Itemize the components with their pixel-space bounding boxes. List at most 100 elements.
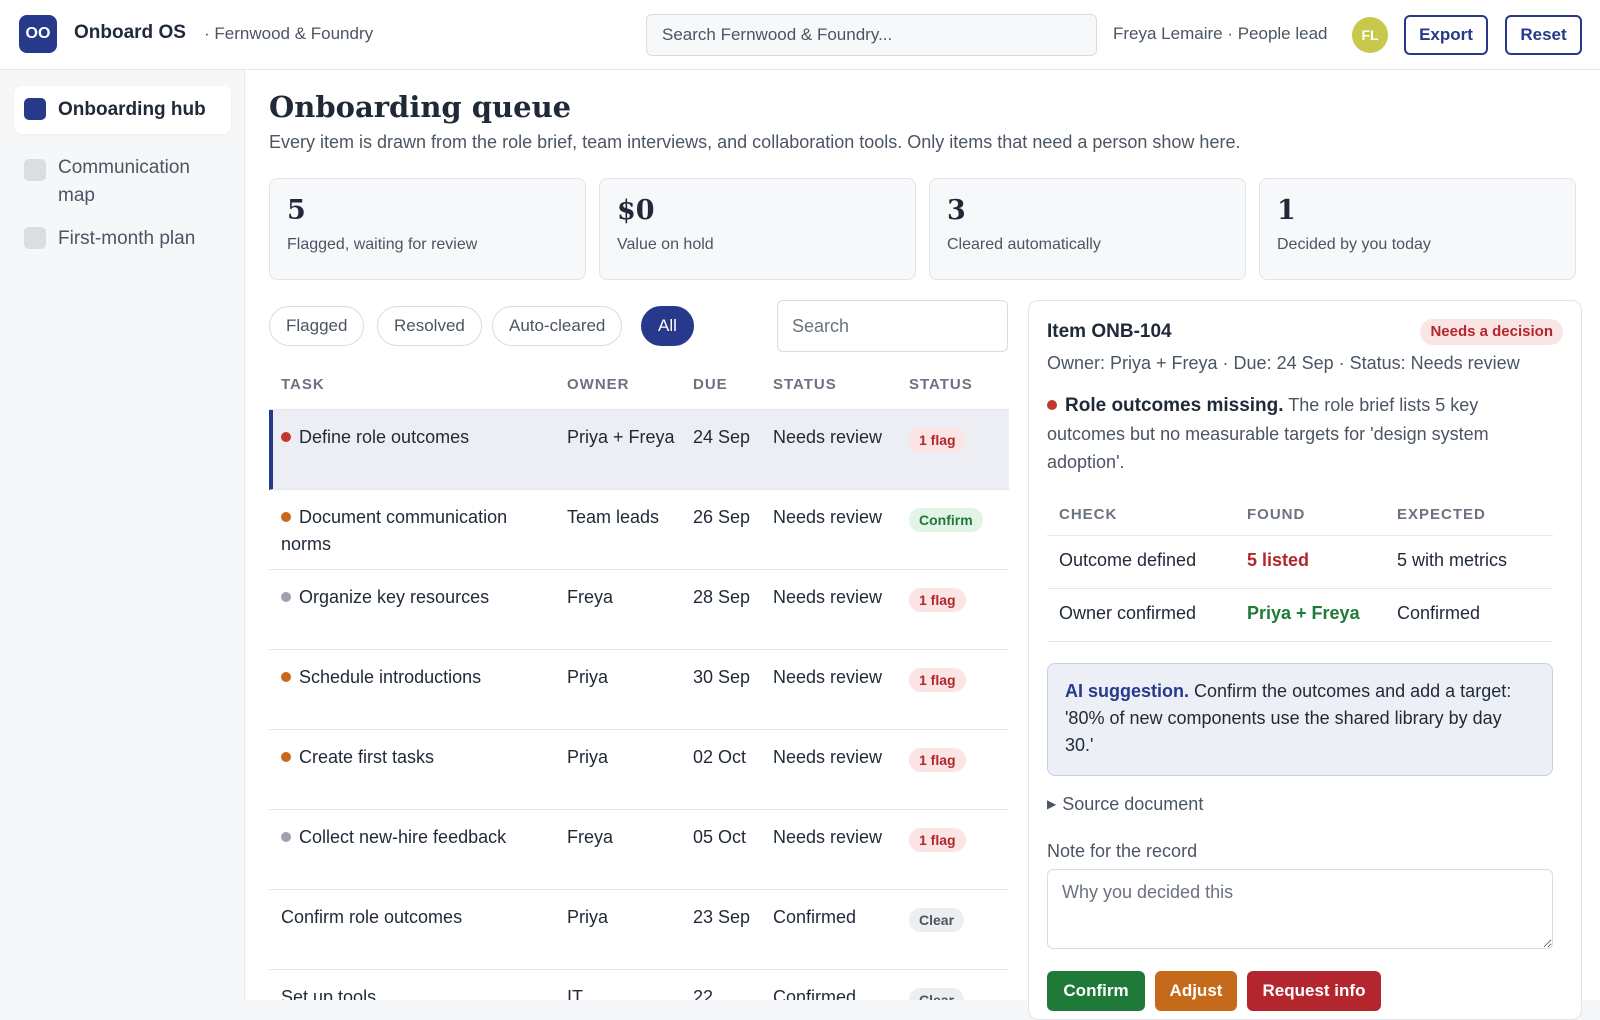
filter-auto-cleared[interactable]: Auto-cleared xyxy=(492,306,623,346)
due-cell: 30 Sep xyxy=(693,667,751,687)
reset-button[interactable]: Reset xyxy=(1505,15,1582,55)
task-cell: Organize key resources xyxy=(281,584,551,611)
source-document-toggle[interactable]: ▶ Source document xyxy=(1047,794,1203,815)
due-cell: 26 Sep xyxy=(693,507,751,527)
table-row[interactable]: Collect new-hire feedback Freya 05 Oct Need… xyxy=(269,810,1009,890)
check-name: Outcome defined xyxy=(1059,550,1197,570)
table-header: TASK OWNER DUE STATUS STATUS xyxy=(269,370,1009,410)
sidebar-item-first-month-plan[interactable]: First-month plan xyxy=(14,215,231,263)
due-cell: 05 Oct xyxy=(693,827,747,847)
task-cell: Confirm role outcomes xyxy=(281,904,551,931)
app-logo[interactable]: OO xyxy=(19,15,57,53)
stat-value: 3 xyxy=(947,195,966,226)
owner-cell: Freya xyxy=(567,827,614,847)
table-row[interactable]: Organize key resources Freya 28 Sep Needs r… xyxy=(269,570,1009,650)
table-row[interactable]: Schedule introductions Priya 30 Sep Needs r… xyxy=(269,650,1009,730)
sidebar-item-label: First-month plan xyxy=(58,228,196,249)
status-cell: Needs review xyxy=(773,507,883,527)
task-name: Organize key resources xyxy=(299,587,490,607)
table-row[interactable]: Confirm role outcomes Priya 23 Sep Confirme… xyxy=(269,890,1009,970)
filter-flagged[interactable]: Flagged xyxy=(269,306,365,346)
owner-cell: Priya + Freya xyxy=(567,427,675,447)
table-row[interactable]: Document communication norms Team leads 26… xyxy=(269,490,1009,570)
column-header-status[interactable]: STATUS xyxy=(773,376,837,393)
table-row[interactable]: Create first tasks Priya 02 Oct Needs revie… xyxy=(269,730,1009,810)
due-cell: 22 xyxy=(693,987,714,1000)
priority-dot-icon xyxy=(281,512,291,522)
stat-cleared: 3 Cleared automatically xyxy=(929,178,1246,280)
priority-dot-icon xyxy=(281,752,291,762)
stat-value-on-hold: $0 Value on hold xyxy=(599,178,916,280)
queue-search-input[interactable] xyxy=(777,300,1008,352)
export-button[interactable]: Export xyxy=(1404,15,1488,55)
filter-resolved[interactable]: Resolved xyxy=(377,306,482,346)
adjust-button[interactable]: Adjust xyxy=(1155,971,1237,1011)
status-cell: Needs review xyxy=(773,667,883,687)
status-cell: Needs review xyxy=(773,427,883,447)
task-name: Schedule introductions xyxy=(299,667,482,687)
sidebar-item-communication-map[interactable]: Communication map xyxy=(14,144,231,220)
task-cell: Create first tasks xyxy=(281,744,551,771)
stat-label: Flagged, waiting for review xyxy=(287,236,478,253)
column-header-due[interactable]: DUE xyxy=(693,376,728,393)
page-title: Onboarding queue xyxy=(269,90,572,124)
task-name: Collect new-hire feedback xyxy=(299,827,507,847)
flag-badge: 1 flag xyxy=(909,428,966,452)
check-row: Owner confirmed Priya + Freya Confirmed xyxy=(1047,589,1553,642)
priority-dot-icon xyxy=(281,672,291,682)
priority-dot-icon xyxy=(281,832,291,842)
status-cell: Needs review xyxy=(773,587,883,607)
onboarding-hub-icon xyxy=(24,98,46,120)
task-cell: Document communication norms xyxy=(281,504,551,558)
status-badge: Needs a decision xyxy=(1420,319,1563,345)
stat-value: $0 xyxy=(617,195,655,226)
due-cell: 02 Oct xyxy=(693,747,747,767)
communication-map-icon xyxy=(24,159,46,181)
due-cell: 24 Sep xyxy=(693,427,751,447)
column-header-flag-status[interactable]: STATUS xyxy=(909,376,973,393)
stat-value: 5 xyxy=(287,195,306,226)
check-name: Owner confirmed xyxy=(1059,603,1197,623)
user-label: Freya Lemaire · People lead xyxy=(1113,24,1328,43)
column-header-task[interactable]: TASK xyxy=(281,376,325,393)
avatar[interactable]: FL xyxy=(1352,17,1388,53)
task-name: Set up tools xyxy=(281,987,377,1000)
status-cell: Needs review xyxy=(773,747,883,767)
owner-cell: Priya xyxy=(567,747,609,767)
task-cell: Collect new-hire feedback xyxy=(281,824,551,851)
global-search-input[interactable] xyxy=(646,14,1097,56)
owner-cell: Priya xyxy=(567,667,609,687)
column-header-check: CHECK xyxy=(1059,506,1118,523)
sidebar-item-label: Onboarding hub xyxy=(58,99,206,120)
issue-summary: Role outcomes missing. The role brief li… xyxy=(1047,391,1557,476)
flag-badge: Confirm xyxy=(909,508,983,532)
flag-badge: 1 flag xyxy=(909,668,966,692)
flag-badge: 1 flag xyxy=(909,588,966,612)
request-info-button[interactable]: Request info xyxy=(1247,971,1381,1011)
first-month-plan-icon xyxy=(24,227,46,249)
check-expected: 5 with metrics xyxy=(1397,550,1508,570)
org-name: · Fernwood & Foundry xyxy=(204,24,374,43)
filter-all[interactable]: All xyxy=(641,306,694,346)
note-field[interactable] xyxy=(1047,869,1553,949)
column-header-owner[interactable]: OWNER xyxy=(567,376,630,393)
status-cell: Needs review xyxy=(773,827,883,847)
table-row[interactable]: Set up tools IT 22 Confirmed Clear xyxy=(269,970,1009,1000)
issue-title: Role outcomes missing. xyxy=(1065,395,1284,416)
owner-cell: Freya xyxy=(567,587,614,607)
task-name: Document communication norms xyxy=(281,507,508,554)
confirm-button[interactable]: Confirm xyxy=(1047,971,1145,1011)
main-content: Onboarding queue Every item is drawn fro… xyxy=(245,70,1600,1020)
flag-badge: 1 flag xyxy=(909,828,966,852)
check-found: 5 listed xyxy=(1247,550,1310,570)
detail-panel: Item ONB-104 Needs a decision Owner: Pri… xyxy=(1028,300,1582,1020)
check-expected: Confirmed xyxy=(1397,603,1481,623)
table-row[interactable]: Define role outcomes Priya + Freya 24 Sep N… xyxy=(269,410,1009,490)
task-cell: Define role outcomes xyxy=(281,424,551,451)
task-cell: Set up tools xyxy=(281,984,551,1000)
stat-label: Cleared automatically xyxy=(947,236,1101,253)
sidebar-item-onboarding-hub[interactable]: Onboarding hub xyxy=(14,86,231,134)
source-document-label: Source document xyxy=(1062,794,1204,814)
issue-dot-icon xyxy=(1047,400,1057,410)
column-header-expected: EXPECTED xyxy=(1397,506,1486,523)
